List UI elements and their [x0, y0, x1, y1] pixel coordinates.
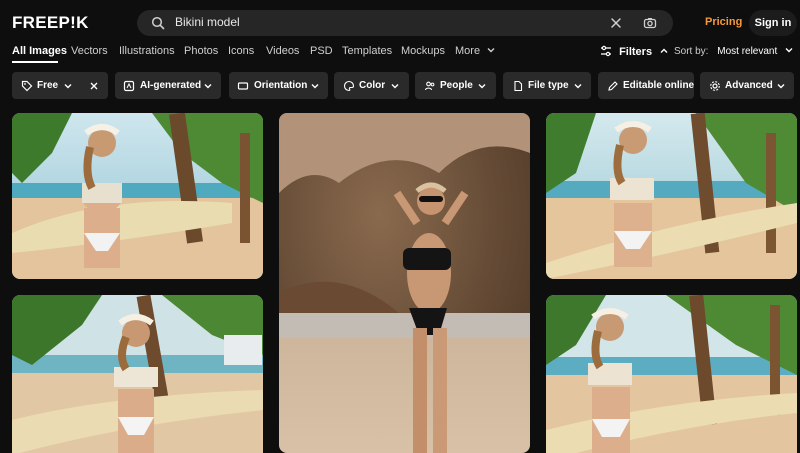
- chip-color[interactable]: Color: [334, 72, 409, 99]
- chevron-down-icon: [487, 48, 495, 53]
- chevron-down-icon: [311, 84, 319, 89]
- top-header: FREEP!K Bikini model Pricing Sign in: [0, 0, 800, 44]
- filter-chips: Free AI-generated Orientation Color Peop…: [0, 72, 800, 99]
- chip-people[interactable]: People: [415, 72, 496, 99]
- chevron-down-icon: [777, 84, 785, 89]
- file-icon: [514, 80, 523, 92]
- pen-icon: [608, 81, 618, 91]
- chip-orientation[interactable]: Orientation: [229, 72, 328, 99]
- sort-label: Sort by:: [674, 46, 709, 57]
- result-image[interactable]: [279, 113, 530, 453]
- chevron-down-icon: [204, 84, 212, 89]
- tab-icons[interactable]: Icons: [228, 45, 254, 57]
- chip-ai-generated[interactable]: AI-generated: [115, 72, 221, 99]
- freepik-logo[interactable]: FREEP!K: [12, 13, 89, 33]
- tab-mockups[interactable]: Mockups: [401, 45, 445, 57]
- tab-illustrations[interactable]: Illustrations: [119, 45, 175, 57]
- chevron-down-icon: [64, 84, 72, 89]
- beach-palm-photo: [546, 295, 797, 453]
- chip-editable-label: Editable online: [623, 80, 695, 91]
- chevron-down-icon: [478, 84, 486, 89]
- orientation-icon: [237, 82, 249, 90]
- tag-icon: [21, 80, 33, 92]
- chevron-down-icon: [574, 84, 582, 89]
- beach-hammock-photo: [12, 113, 263, 279]
- search-bar[interactable]: Bikini model: [137, 10, 673, 36]
- chip-people-label: People: [440, 80, 473, 91]
- tab-videos[interactable]: Videos: [266, 45, 299, 57]
- search-icon: [151, 16, 165, 30]
- chevron-up-icon: [660, 48, 668, 53]
- pricing-link[interactable]: Pricing: [705, 16, 742, 28]
- sort-control[interactable]: Sort by: Most relevant: [674, 45, 794, 57]
- tab-more-label: More: [455, 45, 481, 57]
- camera-search-icon[interactable]: [643, 16, 657, 30]
- tab-more[interactable]: More: [455, 45, 496, 57]
- close-icon[interactable]: [609, 16, 623, 30]
- chip-free-label: Free: [37, 80, 59, 91]
- result-image[interactable]: [546, 295, 797, 453]
- beach-rock-photo: [279, 113, 530, 453]
- beach-hammock-photo: [546, 113, 797, 279]
- tab-psd[interactable]: PSD: [310, 45, 333, 57]
- result-image[interactable]: [12, 113, 263, 279]
- chip-file-type-label: File type: [528, 80, 569, 91]
- ai-icon: [123, 80, 135, 92]
- sign-in-button[interactable]: Sign in: [749, 10, 797, 36]
- search-input[interactable]: Bikini model: [175, 15, 240, 29]
- beach-palm-photo: [12, 295, 263, 453]
- sort-value: Most relevant: [717, 46, 778, 57]
- filters-label: Filters: [619, 46, 653, 58]
- chip-advanced[interactable]: Advanced: [700, 72, 794, 99]
- tab-templates[interactable]: Templates: [342, 45, 392, 57]
- filters-toggle[interactable]: Filters: [600, 45, 669, 58]
- tab-vectors[interactable]: Vectors: [71, 45, 108, 57]
- chevron-down-icon: [391, 84, 399, 89]
- chevron-down-icon: [785, 48, 793, 53]
- chip-orientation-label: Orientation: [254, 80, 308, 91]
- tab-all-images[interactable]: All Images: [12, 45, 67, 57]
- chip-advanced-label: Advanced: [725, 80, 773, 91]
- gear-icon: [710, 81, 720, 91]
- chip-file-type[interactable]: File type: [503, 72, 591, 99]
- people-icon: [424, 81, 435, 91]
- chip-editable-online[interactable]: Editable online: [598, 72, 694, 99]
- palette-icon: [343, 80, 355, 92]
- sliders-icon: [601, 45, 611, 57]
- result-image[interactable]: [12, 295, 263, 453]
- chip-color-label: Color: [359, 80, 386, 91]
- active-tab-indicator: [12, 61, 58, 63]
- remove-filter-icon[interactable]: [89, 81, 99, 91]
- result-image[interactable]: [546, 113, 797, 279]
- tab-photos[interactable]: Photos: [184, 45, 218, 57]
- chip-free[interactable]: Free: [12, 72, 108, 99]
- chip-ai-label: AI-generated: [140, 80, 202, 91]
